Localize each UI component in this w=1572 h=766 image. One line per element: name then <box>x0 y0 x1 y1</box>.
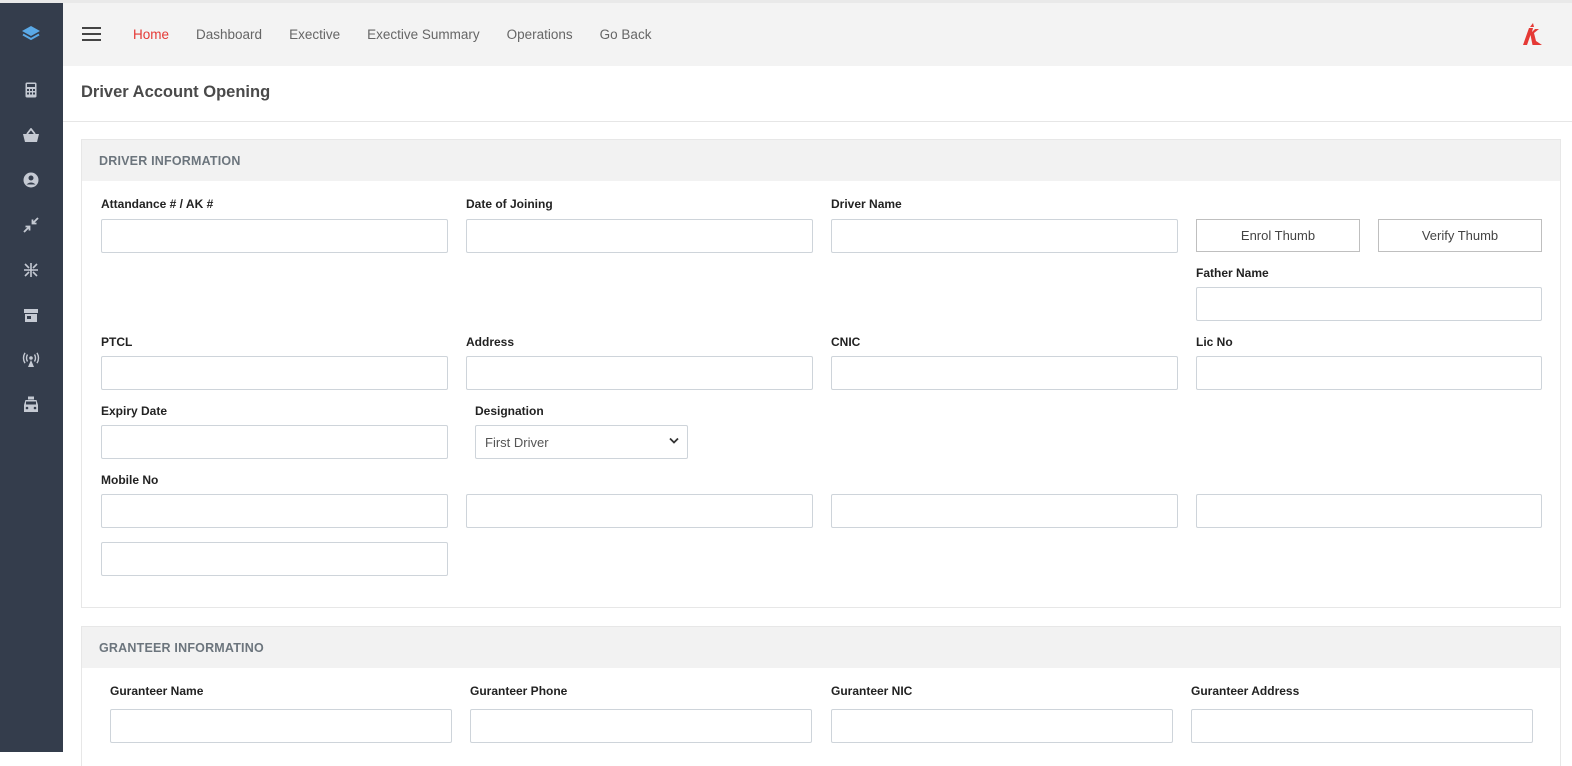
calculator-icon[interactable] <box>19 78 43 102</box>
address-label: Address <box>466 335 515 349</box>
page-header: Driver Account Opening <box>63 66 1572 122</box>
date-of-joining-input[interactable] <box>466 219 813 253</box>
guarantor-phone-input[interactable] <box>470 709 812 743</box>
user-circle-icon[interactable] <box>19 168 43 192</box>
nav-home[interactable]: Home <box>133 27 169 42</box>
expiry-date-input[interactable] <box>101 425 448 459</box>
expiry-date-label: Expiry Date <box>101 404 168 418</box>
designation-selected-value: First Driver <box>485 434 549 450</box>
father-name-input[interactable] <box>1196 287 1542 321</box>
mobile-no-input-3[interactable] <box>831 494 1178 528</box>
driver-name-input[interactable] <box>831 219 1178 253</box>
broadcast-icon[interactable] <box>19 348 43 372</box>
enrol-thumb-button[interactable]: Enrol Thumb <box>1196 219 1360 252</box>
attendance-input[interactable] <box>101 219 448 253</box>
guarantor-phone-label: Guranteer Phone <box>470 684 568 698</box>
nav-operations[interactable]: Operations <box>507 27 573 42</box>
date-of-joining-label: Date of Joining <box>466 197 553 211</box>
lic-no-input[interactable] <box>1196 356 1542 390</box>
store-icon[interactable] <box>19 303 43 327</box>
verify-thumb-button[interactable]: Verify Thumb <box>1378 219 1542 252</box>
driver-information-card: DRIVER INFORMATION Attandance # / AK # D… <box>81 139 1561 608</box>
chevron-down-icon <box>669 437 679 444</box>
top-navbar: Home Dashboard Exective Exective Summary… <box>63 3 1572 66</box>
top-nav: Home Dashboard Exective Exective Summary… <box>133 3 678 66</box>
mobile-no-input-4[interactable] <box>1196 494 1542 528</box>
page-title: Driver Account Opening <box>81 83 271 101</box>
designation-label: Designation <box>475 404 544 418</box>
guarantor-name-input[interactable] <box>110 709 452 743</box>
guarantor-address-label: Guranteer Address <box>1191 684 1300 698</box>
guarantor-address-input[interactable] <box>1191 709 1533 743</box>
ptcl-label: PTCL <box>101 335 133 349</box>
driver-section-title: DRIVER INFORMATION <box>82 140 1560 181</box>
brand-logo-icon <box>1520 21 1544 47</box>
lic-no-label: Lic No <box>1196 335 1233 349</box>
taxi-icon[interactable] <box>19 393 43 417</box>
father-name-label: Father Name <box>1196 266 1269 280</box>
mobile-no-input-1[interactable] <box>101 494 448 528</box>
expand-arrows-icon[interactable] <box>19 258 43 282</box>
compress-arrows-icon[interactable] <box>19 213 43 237</box>
guarantor-nic-label: Guranteer NIC <box>831 684 913 698</box>
guarantor-section-title: GRANTEER INFORMATINO <box>82 627 1560 668</box>
address-input[interactable] <box>466 356 813 390</box>
driver-name-label: Driver Name <box>831 197 902 211</box>
designation-select[interactable]: First Driver <box>475 425 688 459</box>
mobile-no-label: Mobile No <box>101 473 159 487</box>
nav-go-back[interactable]: Go Back <box>600 27 652 42</box>
guarantor-nic-input[interactable] <box>831 709 1173 743</box>
menu-icon[interactable] <box>82 27 101 41</box>
attendance-label: Attandance # / AK # <box>101 197 214 211</box>
cnic-input[interactable] <box>831 356 1178 390</box>
nav-dashboard[interactable]: Dashboard <box>196 27 262 42</box>
nav-exective-summary[interactable]: Exective Summary <box>367 27 480 42</box>
nav-exective[interactable]: Exective <box>289 27 340 42</box>
ptcl-input[interactable] <box>101 356 448 390</box>
cnic-label: CNIC <box>831 335 861 349</box>
sidebar <box>0 3 63 752</box>
layers-icon[interactable] <box>19 22 43 46</box>
mobile-no-input-2[interactable] <box>466 494 813 528</box>
guarantor-information-card: GRANTEER INFORMATINO Guranteer Name Gura… <box>81 626 1561 766</box>
basket-icon[interactable] <box>19 123 43 147</box>
mobile-no-input-5[interactable] <box>101 542 448 576</box>
guarantor-name-label: Guranteer Name <box>110 684 204 698</box>
